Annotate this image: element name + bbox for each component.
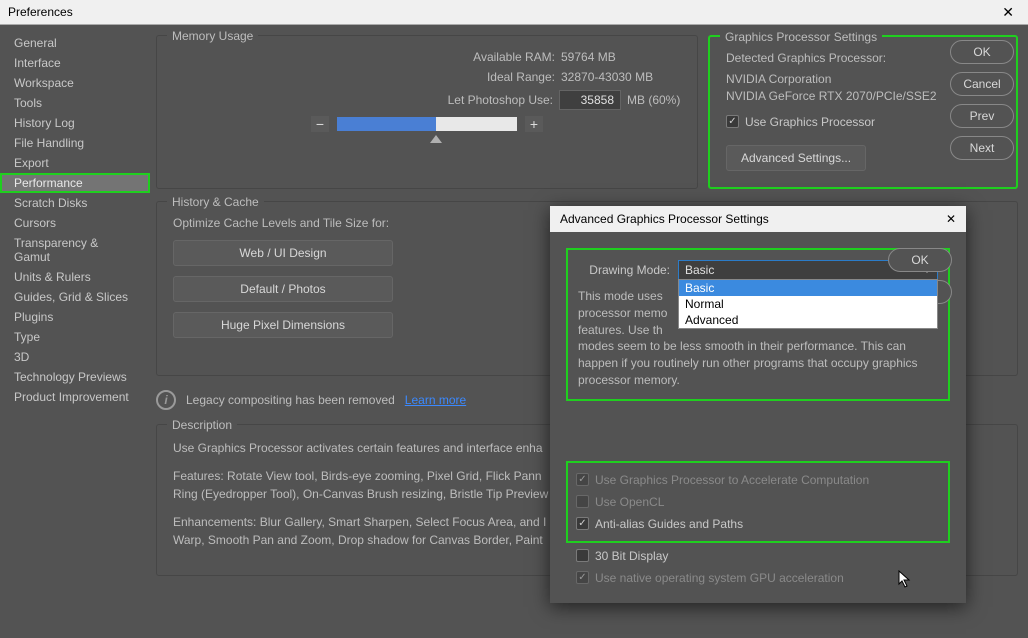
preferences-titlebar: Preferences ✕ [0, 0, 1028, 25]
opencl-checkbox [576, 495, 589, 508]
huge-pixel-button[interactable]: Huge Pixel Dimensions [173, 312, 393, 338]
antialias-label: Anti-alias Guides and Paths [595, 517, 743, 531]
let-use-label: Let Photoshop Use: [418, 93, 553, 107]
use-gpu-label: Use Graphics Processor [745, 115, 875, 129]
info-text: Legacy compositing has been removed [186, 393, 395, 407]
sidebar-item-guides-grid-slices[interactable]: Guides, Grid & Slices [0, 287, 150, 307]
sidebar-item-cursors[interactable]: Cursors [0, 213, 150, 233]
next-button[interactable]: Next [950, 136, 1014, 160]
advanced-title: Advanced Graphics Processor Settings [560, 212, 769, 226]
sidebar-item-export[interactable]: Export [0, 153, 150, 173]
sidebar-item-file-handling[interactable]: File Handling [0, 133, 150, 153]
sidebar-item-general[interactable]: General [0, 33, 150, 53]
sidebar-item-transparency-gamut[interactable]: Transparency & Gamut [0, 233, 150, 267]
memory-usage-group: Memory Usage Available RAM:59764 MB Idea… [156, 35, 698, 189]
memory-percent: MB (60%) [627, 93, 681, 107]
native-gpu-checkbox: ✓ [576, 571, 589, 584]
ok-button[interactable]: OK [950, 40, 1014, 64]
sidebar-item-scratch-disks[interactable]: Scratch Disks [0, 193, 150, 213]
gpu-title: Graphics Processor Settings [720, 30, 882, 44]
ideal-range-value: 32870-43030 MB [561, 70, 681, 84]
advanced-settings-button[interactable]: Advanced Settings... [726, 145, 866, 171]
preferences-sidebar: GeneralInterfaceWorkspaceToolsHistory Lo… [0, 25, 150, 638]
prev-button[interactable]: Prev [950, 104, 1014, 128]
cancel-button[interactable]: Cancel [950, 72, 1014, 96]
slider-decrease-button[interactable]: − [311, 116, 329, 132]
sidebar-item-interface[interactable]: Interface [0, 53, 150, 73]
sidebar-item-performance[interactable]: Performance [0, 173, 150, 193]
advanced-gpu-dialog: Advanced Graphics Processor Settings ✕ D… [550, 206, 966, 603]
sidebar-item-plugins[interactable]: Plugins [0, 307, 150, 327]
memory-title: Memory Usage [167, 29, 258, 43]
memory-slider[interactable] [337, 117, 517, 131]
drawing-mode-option-normal[interactable]: Normal [679, 296, 937, 312]
accel-checkbox: ✓ [576, 473, 589, 486]
drawing-mode-dropdown: BasicNormalAdvanced [678, 279, 938, 329]
30bit-label: 30 Bit Display [595, 549, 668, 563]
sidebar-item-product-improvement[interactable]: Product Improvement [0, 387, 150, 407]
sidebar-item-3d[interactable]: 3D [0, 347, 150, 367]
history-title: History & Cache [167, 195, 264, 209]
dialog-buttons: OK Cancel Prev Next [950, 40, 1014, 160]
info-icon: i [156, 390, 176, 410]
available-ram-label: Available RAM: [420, 50, 555, 64]
close-icon[interactable]: ✕ [996, 4, 1020, 21]
sidebar-item-history-log[interactable]: History Log [0, 113, 150, 133]
accel-label: Use Graphics Processor to Accelerate Com… [595, 473, 869, 487]
advanced-titlebar: Advanced Graphics Processor Settings ✕ [550, 206, 966, 232]
sidebar-item-workspace[interactable]: Workspace [0, 73, 150, 93]
30bit-checkbox[interactable] [576, 549, 589, 562]
learn-more-link[interactable]: Learn more [405, 393, 466, 407]
gpu-checks-group: ✓ Use Graphics Processor to Accelerate Co… [566, 461, 950, 543]
opencl-label: Use OpenCL [595, 495, 664, 509]
window-title: Preferences [8, 5, 73, 19]
ideal-range-label: Ideal Range: [420, 70, 555, 84]
cursor-icon [898, 570, 912, 588]
adv-close-icon[interactable]: ✕ [946, 212, 956, 226]
sidebar-item-type[interactable]: Type [0, 327, 150, 347]
antialias-checkbox[interactable]: ✓ [576, 517, 589, 530]
default-photos-button[interactable]: Default / Photos [173, 276, 393, 302]
sidebar-item-tools[interactable]: Tools [0, 93, 150, 113]
use-gpu-checkbox[interactable]: ✓ [726, 115, 739, 128]
native-gpu-label: Use native operating system GPU accelera… [595, 571, 844, 585]
slider-increase-button[interactable]: + [525, 116, 543, 132]
available-ram-value: 59764 MB [561, 50, 681, 64]
memory-input[interactable] [559, 90, 621, 110]
sidebar-item-units-rulers[interactable]: Units & Rulers [0, 267, 150, 287]
description-title: Description [167, 418, 237, 432]
drawing-mode-option-advanced[interactable]: Advanced [679, 312, 937, 328]
drawing-mode-label: Drawing Mode: [578, 263, 670, 277]
web-ui-button[interactable]: Web / UI Design [173, 240, 393, 266]
sidebar-item-technology-previews[interactable]: Technology Previews [0, 367, 150, 387]
adv-ok-button[interactable]: OK [888, 248, 952, 272]
drawing-mode-option-basic[interactable]: Basic [679, 280, 937, 296]
